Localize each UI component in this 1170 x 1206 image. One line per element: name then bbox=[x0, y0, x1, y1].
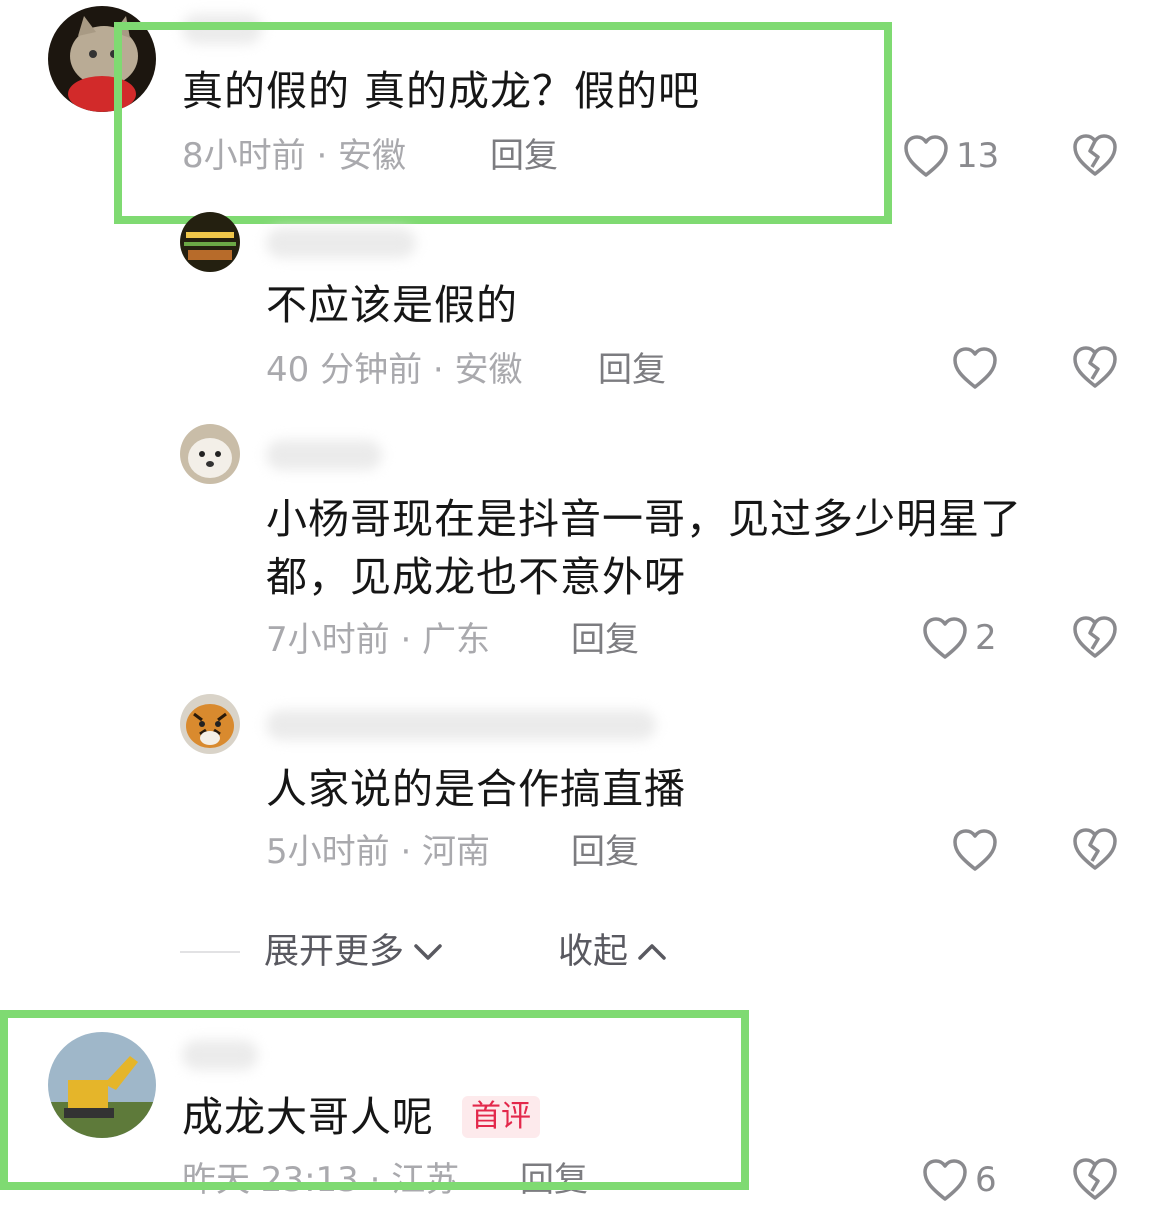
commenter-avatar-cat[interactable] bbox=[48, 6, 156, 112]
like-count: 13 bbox=[956, 136, 1000, 176]
replier-avatar-lights[interactable] bbox=[180, 212, 240, 272]
commenter-username-blurred[interactable] bbox=[182, 14, 262, 44]
heart-outline-icon bbox=[953, 347, 997, 389]
heart-outline-icon bbox=[923, 1159, 967, 1201]
chevron-down-icon bbox=[414, 944, 442, 960]
dislike-button[interactable] bbox=[1071, 344, 1119, 394]
like-count: 6 bbox=[975, 1160, 997, 1200]
comment-time-location: 昨天 23:13 · 江苏 bbox=[182, 1160, 460, 1200]
broken-heart-icon bbox=[1073, 134, 1117, 176]
broken-heart-icon bbox=[1073, 346, 1117, 388]
commenter-username-blurred[interactable] bbox=[182, 1040, 258, 1070]
collapse-button[interactable]: 收起 bbox=[558, 932, 668, 972]
dislike-button[interactable] bbox=[1071, 132, 1119, 182]
comment-time-location: 8小时前 · 安徽 bbox=[182, 136, 407, 176]
replier-avatar-dog[interactable] bbox=[180, 424, 240, 484]
replier-username-blurred[interactable] bbox=[266, 228, 416, 258]
dislike-button[interactable] bbox=[1071, 826, 1119, 876]
like-button[interactable]: 6 bbox=[921, 1156, 997, 1204]
reply-button[interactable]: 回复 bbox=[490, 136, 558, 176]
expand-more-button[interactable]: 展开更多 bbox=[264, 932, 444, 972]
reply-button[interactable]: 回复 bbox=[598, 350, 666, 390]
collapse-label: 收起 bbox=[558, 932, 629, 972]
like-button[interactable]: 2 bbox=[921, 614, 997, 662]
like-button[interactable] bbox=[951, 826, 999, 874]
dislike-button[interactable] bbox=[1071, 1156, 1119, 1206]
reply-button[interactable]: 回复 bbox=[571, 832, 639, 872]
reply-time-location: 40 分钟前 · 安徽 bbox=[266, 350, 523, 390]
reply-text: 小杨哥现在是抖音一哥，见过多少明星了都，见成龙也不意外呀 bbox=[266, 495, 1022, 601]
replier-avatar-tiger[interactable] bbox=[180, 694, 240, 754]
chevron-up-icon bbox=[638, 944, 666, 960]
commenter-avatar-excavator[interactable] bbox=[48, 1032, 156, 1138]
heart-outline-icon bbox=[923, 617, 967, 659]
replier-username-blurred[interactable] bbox=[266, 440, 382, 470]
highlight-box-first-comment bbox=[114, 22, 892, 224]
broken-heart-icon bbox=[1073, 1158, 1117, 1200]
like-button[interactable]: 13 bbox=[902, 132, 999, 180]
comment-text: 真的假的 真的成龙？假的吧 bbox=[182, 67, 701, 115]
heart-outline-icon bbox=[953, 829, 997, 871]
reply-time-location: 5小时前 · 河南 bbox=[266, 832, 491, 872]
heart-outline-icon bbox=[904, 135, 948, 177]
broken-heart-icon bbox=[1073, 616, 1117, 658]
like-button[interactable] bbox=[951, 344, 999, 392]
like-count: 2 bbox=[975, 618, 997, 658]
expand-more-label: 展开更多 bbox=[264, 932, 405, 972]
broken-heart-icon bbox=[1073, 828, 1117, 870]
replier-username-blurred[interactable] bbox=[266, 710, 656, 740]
expand-divider bbox=[180, 951, 240, 953]
reply-text: 人家说的是合作搞直播 bbox=[266, 765, 686, 813]
comment-text: 成龙大哥人呢 bbox=[182, 1093, 434, 1141]
reply-button[interactable]: 回复 bbox=[520, 1160, 588, 1200]
dislike-button[interactable] bbox=[1071, 614, 1119, 664]
reply-time-location: 7小时前 · 广东 bbox=[266, 620, 491, 660]
reply-button[interactable]: 回复 bbox=[571, 620, 639, 660]
reply-text: 不应该是假的 bbox=[266, 281, 518, 329]
first-comment-badge: 首评 bbox=[462, 1096, 540, 1138]
